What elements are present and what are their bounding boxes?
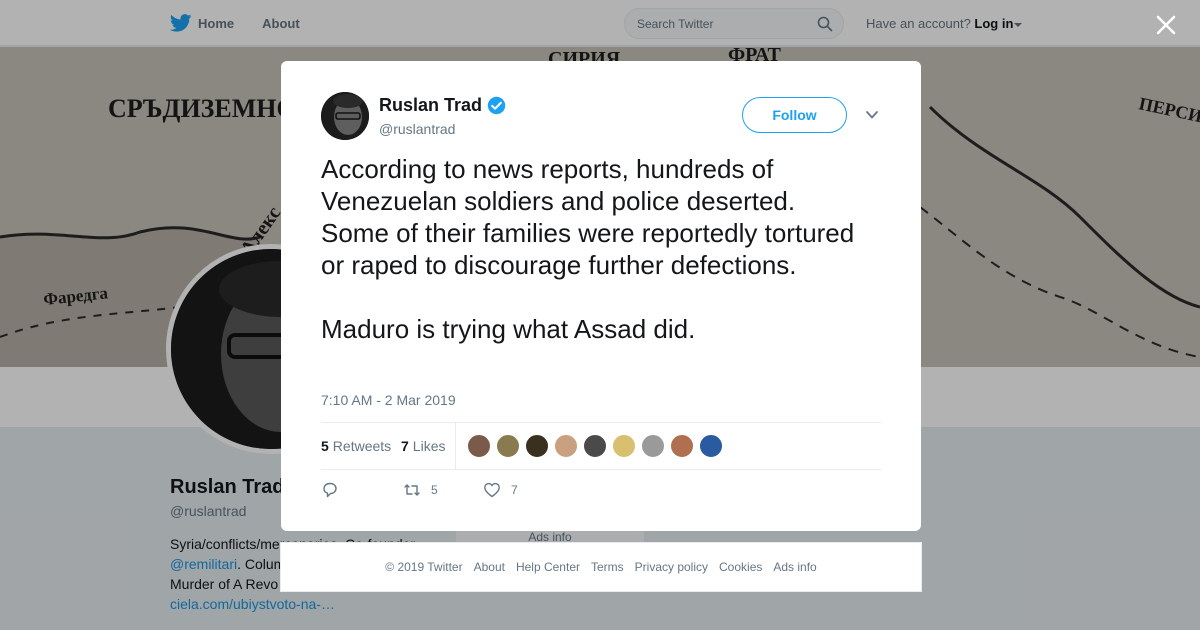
liker-avatar[interactable] [612,434,636,458]
retweet-icon [404,484,420,496]
retweets-label: Retweets [332,438,392,454]
tweet-text: According to news reports, hundreds of V… [321,154,855,344]
footer-copyright: © 2019 Twitter [385,560,463,574]
stats-divider [455,423,456,470]
liker-avatar[interactable] [699,434,723,458]
liker-avatar[interactable] [641,434,665,458]
likes-label: Likes [412,438,446,454]
verified-badge-icon [487,96,506,115]
retweets-stat[interactable]: 5 Retweets [321,438,391,454]
footer-link-terms[interactable]: Terms [591,560,624,574]
follow-button[interactable]: Follow [742,97,847,133]
like-count: 7 [511,483,518,497]
liker-avatars [467,434,728,458]
footer-link-cookies[interactable]: Cookies [719,560,762,574]
footer-link-about[interactable]: About [474,560,505,574]
footer-link-help-center[interactable]: Help Center [516,560,580,574]
tweet-modal: Ruslan Trad @ruslantrad Follow According… [281,61,921,531]
retweets-count: 5 [321,438,329,454]
footer: © 2019 Twitter About Help Center Terms P… [280,542,922,592]
footer-link-ads-info[interactable]: Ads info [773,560,816,574]
footer-link-privacy[interactable]: Privacy policy [635,560,708,574]
tweet-stats: 5 Retweets 7 Likes [321,422,881,470]
likes-count: 7 [401,438,409,454]
likes-stat[interactable]: 7 Likes [401,438,445,454]
liker-avatar[interactable] [525,434,549,458]
tweet-author-name-text: Ruslan Trad [379,95,483,115]
heart-icon [484,482,500,498]
close-icon[interactable] [1154,13,1178,37]
like-button[interactable]: 7 [483,481,518,499]
chevron-down-icon[interactable] [865,109,879,121]
liker-avatar[interactable] [467,434,491,458]
tweet-author-name[interactable]: Ruslan Trad [379,95,506,116]
liker-avatar[interactable] [583,434,607,458]
tweet-author-handle[interactable]: @ruslantrad [379,121,455,137]
tweet-timestamp[interactable]: 7:10 AM - 2 Mar 2019 [321,392,456,408]
tweet-avatar-photo [321,92,369,140]
reply-icon [323,482,337,498]
retweet-button[interactable]: 5 [403,481,438,499]
tweet-actions: 5 7 [321,481,621,503]
retweet-count: 5 [431,483,438,497]
reply-button[interactable] [321,481,349,499]
liker-avatar[interactable] [670,434,694,458]
tweet-avatar[interactable] [321,92,369,140]
liker-avatar[interactable] [496,434,520,458]
liker-avatar[interactable] [554,434,578,458]
